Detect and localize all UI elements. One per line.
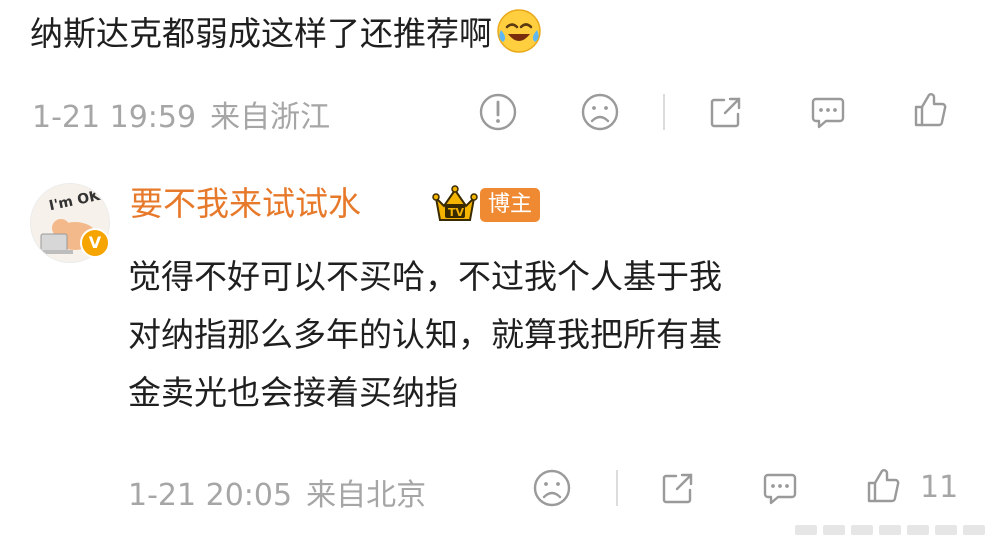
reply-source: 来自北京 <box>306 478 427 513</box>
verified-badge: V <box>80 228 110 258</box>
like-icon[interactable] <box>910 90 950 130</box>
post-text-content: 纳斯达克都弱成这样了还推荐啊 <box>30 14 492 53</box>
reply-line: 觉得不好可以不买哈，不过我个人基于我 <box>128 257 722 296</box>
dislike-icon[interactable] <box>532 468 572 508</box>
like-count: 11 <box>920 470 959 505</box>
share-icon[interactable] <box>706 92 746 132</box>
report-icon[interactable] <box>478 92 518 132</box>
action-divider <box>663 94 665 130</box>
crown-tv-icon: TV <box>432 184 478 226</box>
svg-text:TV: TV <box>448 206 465 219</box>
share-icon[interactable] <box>658 468 698 508</box>
comment-icon[interactable] <box>760 468 800 508</box>
action-divider <box>616 470 618 506</box>
post-source: 来自浙江 <box>210 100 331 135</box>
reply-text: 觉得不好可以不买哈，不过我个人基于我 对纳指那么多年的认知，就算我把所有基 金卖… <box>128 248 948 422</box>
dislike-icon[interactable] <box>580 92 620 132</box>
watermark <box>795 515 995 545</box>
comment-icon[interactable] <box>808 92 848 132</box>
reply-meta: 1-21 20:05 来自北京 <box>128 470 426 514</box>
post-time: 1-21 19:59 <box>32 100 197 135</box>
post-text: 纳斯达克都弱成这样了还推荐啊 <box>30 8 542 58</box>
reply-username[interactable]: 要不我来试试水 <box>130 180 361 228</box>
laugh-cry-emoji-icon <box>496 8 542 54</box>
post-meta: 1-21 19:59 来自浙江 <box>32 92 330 136</box>
blogger-badge: 博主 <box>480 188 541 222</box>
reply-time: 1-21 20:05 <box>128 478 293 513</box>
reply-line: 金卖光也会接着买纳指 <box>128 373 458 412</box>
reply-line: 对纳指那么多年的认知，就算我把所有基 <box>128 315 722 354</box>
like-icon[interactable] <box>863 466 903 506</box>
